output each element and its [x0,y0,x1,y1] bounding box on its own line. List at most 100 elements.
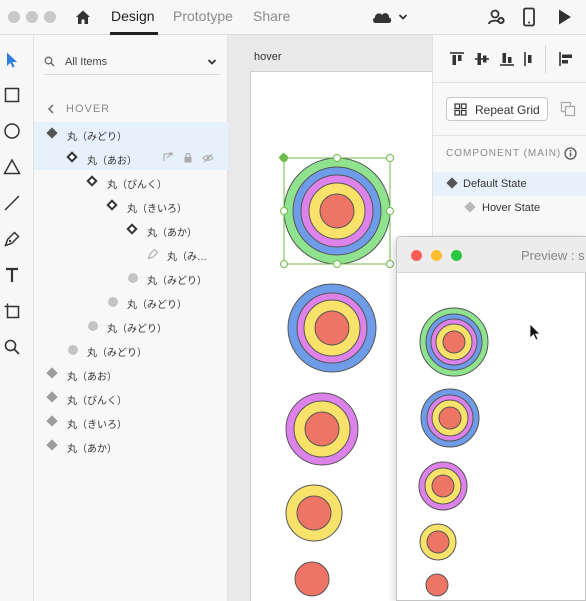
state-default[interactable]: Default State [433,172,586,196]
layer-row[interactable]: 丸（みどり） [34,266,228,290]
layer-row[interactable]: 丸（みどり） [34,122,228,146]
layer-label: 丸（みどり） [147,276,207,287]
tab-prototype[interactable]: Prototype [173,8,233,24]
preview-titlebar[interactable]: Preview : s [397,237,586,273]
component-diamond-icon [86,175,98,187]
ellipse-icon [88,321,98,331]
layer-row[interactable]: 丸（あお） [34,362,228,386]
layer-label: 丸（あお） [67,372,117,383]
layer-row[interactable]: 丸（みどり） [34,338,228,362]
layer-row[interactable]: 丸（きいろ） [34,194,228,218]
repeat-grid-icon [454,103,467,116]
rectangle-tool-icon[interactable] [3,86,21,104]
align-left-icon[interactable] [558,51,574,67]
component-diamond-icon [106,199,118,211]
layer-label: 丸（あか） [147,228,197,239]
ellipse-icon [128,273,138,283]
align-top-icon[interactable] [449,51,465,67]
ellipse-tool-icon[interactable] [3,122,21,140]
layer-row[interactable]: 丸（みどり） [34,290,228,314]
circle-group-yellow[interactable] [285,484,343,542]
preview-group-pink[interactable] [418,461,468,511]
close-window-button[interactable] [8,11,20,23]
layer-row[interactable]: 丸（みどり） [34,314,228,338]
home-icon[interactable] [74,8,92,26]
mobile-device-icon[interactable] [522,7,536,27]
align-toolbar [433,35,586,83]
layers-panel: All Items HOVER 丸（みどり） 丸（あお） 丸（ぴんく） 丸（きいろ） 丸… [34,35,228,601]
layer-row[interactable]: 丸（あか） [34,218,228,242]
preview-close-button[interactable] [411,250,422,261]
component-diamond-icon [46,127,58,139]
component-diamond-icon [46,367,58,379]
repeat-grid-button[interactable]: Repeat Grid [446,97,548,121]
search-icon [44,56,55,67]
zoom-window-button[interactable] [44,11,56,23]
chevron-down-icon[interactable] [398,12,408,22]
layer-label: 丸（みどり） [67,132,127,143]
distribute-icon[interactable] [523,51,533,67]
pen-tool-icon[interactable] [3,230,21,248]
tool-rail [0,35,34,601]
preview-group-green[interactable] [419,307,489,377]
component-diamond-icon [46,415,58,427]
layer-label: 丸（み… [167,252,207,263]
circle-group-blue[interactable] [287,283,377,373]
edit-master-icon[interactable] [162,152,174,164]
layer-row[interactable]: 丸（み… [34,242,228,266]
copy-icon[interactable] [560,101,576,117]
preview-minimize-button[interactable] [431,250,442,261]
circle-group-green[interactable] [283,157,391,265]
preview-group-blue[interactable] [420,388,480,448]
artboard-tool-icon[interactable] [3,302,21,320]
xd-window: Design Prototype Share All Items HOVER 丸… [0,0,586,601]
section-divider [433,135,586,136]
diamond-icon [464,201,476,213]
zoom-tool-icon[interactable] [3,338,21,356]
tab-design[interactable]: Design [111,8,155,24]
align-bottom-icon[interactable] [499,51,515,67]
line-tool-icon[interactable] [3,194,21,212]
layers-filter-dropdown[interactable]: All Items [44,47,220,75]
chevron-left-icon[interactable] [47,104,55,114]
path-icon [147,248,159,260]
select-tool-icon[interactable] [3,51,21,69]
layer-row[interactable]: 丸（あか） [34,434,228,458]
layer-row[interactable]: 丸（ぴんく） [34,170,228,194]
preview-group-yellow[interactable] [419,523,457,561]
lock-icon[interactable] [182,152,194,164]
align-divider [545,45,546,73]
align-middle-icon[interactable] [474,51,490,67]
user-add-icon[interactable] [487,8,505,26]
circle-group-pink[interactable] [285,392,359,466]
layers-filter-label: All Items [65,56,108,68]
preview-zoom-button[interactable] [451,250,462,261]
layer-row[interactable]: 丸（あお） [34,146,228,170]
back-to-parent-label[interactable]: HOVER [66,103,110,115]
layer-row[interactable]: 丸（ぴんく） [34,386,228,410]
state-label: Hover State [482,202,541,214]
preview-circle-red[interactable] [425,573,449,597]
layer-row[interactable]: 丸（きいろ） [34,410,228,434]
state-hover[interactable]: Hover State [433,196,586,220]
ellipse-icon [68,345,78,355]
component-diamond-icon [46,439,58,451]
artboard-label[interactable]: hover [254,51,282,63]
preview-window[interactable]: Preview : s [396,236,586,601]
layer-label: 丸（みどり） [107,324,167,335]
cloud-icon[interactable] [371,9,393,25]
diamond-icon [446,177,458,189]
hide-icon[interactable] [202,152,214,164]
polygon-tool-icon[interactable] [3,158,21,176]
minimize-window-button[interactable] [26,11,38,23]
text-tool-icon[interactable] [3,266,21,284]
component-diamond-icon [126,223,138,235]
mouse-cursor-icon [529,323,541,341]
chevron-down-icon [207,59,217,65]
tab-share[interactable]: Share [253,8,290,24]
play-icon[interactable] [557,8,573,26]
circle-red[interactable] [294,561,330,597]
repeat-grid-label: Repeat Grid [475,103,540,117]
info-icon[interactable] [564,147,577,160]
layer-label: 丸（あお） [87,156,137,167]
